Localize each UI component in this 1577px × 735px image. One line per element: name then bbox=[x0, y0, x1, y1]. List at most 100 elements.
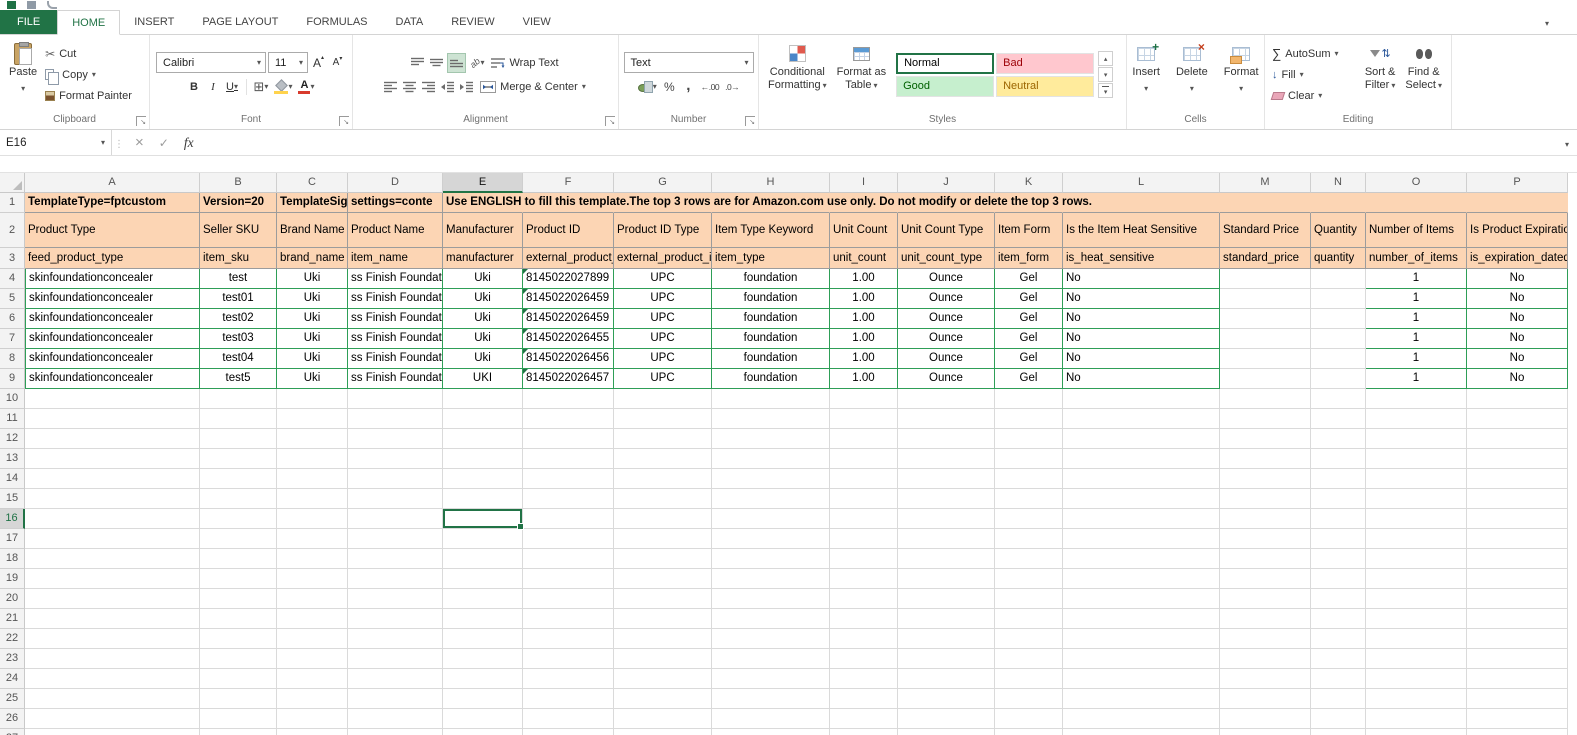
cell-D25[interactable] bbox=[348, 689, 443, 709]
cell-H27[interactable] bbox=[712, 729, 830, 735]
cell-I22[interactable] bbox=[830, 629, 898, 649]
column-header-N[interactable]: N bbox=[1311, 173, 1366, 193]
merge-center-button[interactable]: Merge & Center bbox=[477, 77, 589, 97]
cell-L23[interactable] bbox=[1063, 649, 1220, 669]
cell-F4[interactable]: 8145022027899 bbox=[523, 269, 614, 289]
cell-A5[interactable]: skinfoundationconcealer bbox=[25, 289, 200, 309]
cell-P2[interactable]: Is Product Expiration Dated bbox=[1467, 213, 1568, 248]
cell-I14[interactable] bbox=[830, 469, 898, 489]
cell-K26[interactable] bbox=[995, 709, 1063, 729]
number-format-select[interactable]: Text bbox=[623, 52, 754, 73]
cell-J15[interactable] bbox=[898, 489, 995, 509]
row-header-17[interactable]: 17 bbox=[0, 529, 25, 549]
cell-O21[interactable] bbox=[1366, 609, 1467, 629]
cell-C9[interactable]: Uki bbox=[277, 369, 348, 389]
dialog-launcher-icon[interactable] bbox=[136, 116, 146, 126]
cell-K8[interactable]: Gel bbox=[995, 349, 1063, 369]
cell-D13[interactable] bbox=[348, 449, 443, 469]
tab-view[interactable]: VIEW bbox=[509, 10, 565, 34]
column-header-A[interactable]: A bbox=[25, 173, 200, 193]
cell-C21[interactable] bbox=[277, 609, 348, 629]
cell-P14[interactable] bbox=[1467, 469, 1568, 489]
cell-C15[interactable] bbox=[277, 489, 348, 509]
cell-M16[interactable] bbox=[1220, 509, 1311, 529]
cell-J10[interactable] bbox=[898, 389, 995, 409]
cell-I16[interactable] bbox=[830, 509, 898, 529]
cell-G21[interactable] bbox=[614, 609, 712, 629]
cell-F14[interactable] bbox=[523, 469, 614, 489]
cell-F23[interactable] bbox=[523, 649, 614, 669]
cell-J22[interactable] bbox=[898, 629, 995, 649]
cell-C27[interactable] bbox=[277, 729, 348, 735]
cell-N2[interactable]: Quantity bbox=[1311, 213, 1366, 248]
cell-J20[interactable] bbox=[898, 589, 995, 609]
cell-K18[interactable] bbox=[995, 549, 1063, 569]
cell-H5[interactable]: foundation bbox=[712, 289, 830, 309]
cell-I27[interactable] bbox=[830, 729, 898, 735]
cell-D5[interactable]: ss Finish Foundation bbox=[348, 289, 443, 309]
cell-H3[interactable]: item_type bbox=[712, 248, 830, 269]
row-header-13[interactable]: 13 bbox=[0, 449, 25, 469]
cell-M4[interactable] bbox=[1220, 269, 1311, 289]
select-all-corner[interactable] bbox=[0, 173, 25, 193]
cell-A17[interactable] bbox=[25, 529, 200, 549]
cell-D17[interactable] bbox=[348, 529, 443, 549]
cell-G19[interactable] bbox=[614, 569, 712, 589]
cell-G22[interactable] bbox=[614, 629, 712, 649]
cell-O19[interactable] bbox=[1366, 569, 1467, 589]
cell-G9[interactable]: UPC bbox=[614, 369, 712, 389]
cell-L14[interactable] bbox=[1063, 469, 1220, 489]
cell-G26[interactable] bbox=[614, 709, 712, 729]
column-header-H[interactable]: H bbox=[712, 173, 830, 193]
cell-P20[interactable] bbox=[1467, 589, 1568, 609]
cell-F15[interactable] bbox=[523, 489, 614, 509]
cell-K2[interactable]: Item Form bbox=[995, 213, 1063, 248]
cell-M12[interactable] bbox=[1220, 429, 1311, 449]
cell-P24[interactable] bbox=[1467, 669, 1568, 689]
cell-C4[interactable]: Uki bbox=[277, 269, 348, 289]
copy-button[interactable]: Copy bbox=[42, 65, 135, 85]
cell-P10[interactable] bbox=[1467, 389, 1568, 409]
cell-L27[interactable] bbox=[1063, 729, 1220, 735]
percent-style-button[interactable] bbox=[661, 77, 678, 97]
cell-F27[interactable] bbox=[523, 729, 614, 735]
cell-L18[interactable] bbox=[1063, 549, 1220, 569]
cell-O25[interactable] bbox=[1366, 689, 1467, 709]
cell-F10[interactable] bbox=[523, 389, 614, 409]
orientation-button[interactable] bbox=[468, 53, 486, 73]
cell-K24[interactable] bbox=[995, 669, 1063, 689]
cell-I23[interactable] bbox=[830, 649, 898, 669]
tab-formulas[interactable]: FORMULAS bbox=[292, 10, 381, 34]
cell-G17[interactable] bbox=[614, 529, 712, 549]
cell-N11[interactable] bbox=[1311, 409, 1366, 429]
cell-F21[interactable] bbox=[523, 609, 614, 629]
cell-L16[interactable] bbox=[1063, 509, 1220, 529]
cell-G3[interactable]: external_product_id_type bbox=[614, 248, 712, 269]
cell-A18[interactable] bbox=[25, 549, 200, 569]
increase-font-size-button[interactable] bbox=[310, 53, 327, 73]
cell-G25[interactable] bbox=[614, 689, 712, 709]
cell-F25[interactable] bbox=[523, 689, 614, 709]
cell-C13[interactable] bbox=[277, 449, 348, 469]
cell-D2[interactable]: Product Name bbox=[348, 213, 443, 248]
row-header-9[interactable]: 9 bbox=[0, 369, 25, 389]
cell-M17[interactable] bbox=[1220, 529, 1311, 549]
cell-E25[interactable] bbox=[443, 689, 523, 709]
cell-G13[interactable] bbox=[614, 449, 712, 469]
cell-H21[interactable] bbox=[712, 609, 830, 629]
cell-C11[interactable] bbox=[277, 409, 348, 429]
cell-H18[interactable] bbox=[712, 549, 830, 569]
cell-G18[interactable] bbox=[614, 549, 712, 569]
cell-F9[interactable]: 8145022026457 bbox=[523, 369, 614, 389]
save-icon[interactable] bbox=[27, 1, 36, 9]
cell-P7[interactable]: No bbox=[1467, 329, 1568, 349]
cell-H22[interactable] bbox=[712, 629, 830, 649]
cell-E5[interactable]: Uki bbox=[443, 289, 523, 309]
cell-M18[interactable] bbox=[1220, 549, 1311, 569]
cell-B10[interactable] bbox=[200, 389, 277, 409]
row-header-23[interactable]: 23 bbox=[0, 649, 25, 669]
cut-button[interactable]: Cut bbox=[42, 44, 135, 64]
cell-I2[interactable]: Unit Count bbox=[830, 213, 898, 248]
cell-A13[interactable] bbox=[25, 449, 200, 469]
cell-E11[interactable] bbox=[443, 409, 523, 429]
